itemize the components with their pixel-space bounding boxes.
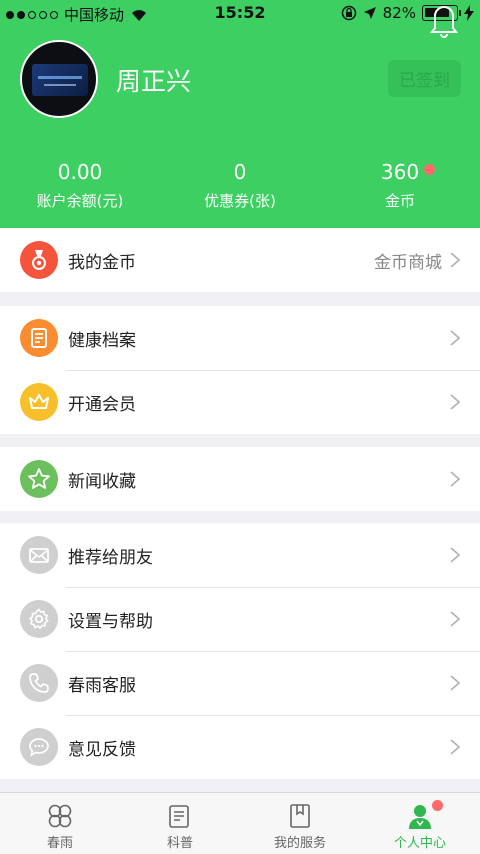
bell-icon[interactable] xyxy=(430,6,458,40)
tab-chunyu[interactable]: 春雨 xyxy=(0,793,120,854)
news-favorites-row[interactable]: 新闻收藏 xyxy=(0,447,480,511)
my-coins-label: 我的金币 xyxy=(68,252,136,273)
settings-help-label: 设置与帮助 xyxy=(68,611,153,632)
tab-science[interactable]: 科普 xyxy=(120,793,240,854)
balance-value: 0.00 xyxy=(57,160,103,184)
envelope-icon xyxy=(20,536,58,574)
person-icon xyxy=(409,805,431,829)
vip-label: 开通会员 xyxy=(68,394,136,415)
crown-icon xyxy=(20,383,58,421)
tab-chunyu-label: 春雨 xyxy=(46,836,73,851)
battery-percent: 82% xyxy=(382,4,416,22)
account-stats: 0.00 账户余额(元) 0 优惠券(张) 360 金币 xyxy=(0,160,480,211)
bottom-tab-bar: 春雨 科普 我的服务 个人中心 xyxy=(0,792,480,854)
chevron-right-icon xyxy=(450,547,460,563)
location-arrow-icon xyxy=(363,7,376,19)
profile-header: 中国移动 15:52 82% 周正兴 已签到 0.00 账户余额(元) 0 优惠… xyxy=(0,0,480,228)
tab-profile[interactable]: 个人中心 xyxy=(360,793,480,854)
news-section: 新闻收藏 xyxy=(0,447,480,511)
customer-service-row[interactable]: 春雨客服 xyxy=(0,651,480,715)
customer-service-label: 春雨客服 xyxy=(68,675,136,696)
profile-tab-badge xyxy=(432,800,443,811)
chevron-right-icon xyxy=(450,252,460,268)
feedback-row[interactable]: 意见反馈 xyxy=(0,715,480,779)
book-icon xyxy=(290,804,310,828)
health-record-label: 健康档案 xyxy=(68,330,136,351)
username: 周正兴 xyxy=(116,67,192,96)
coin-badge xyxy=(424,164,435,175)
settings-help-row[interactable]: 设置与帮助 xyxy=(0,587,480,651)
tab-science-label: 科普 xyxy=(166,836,193,851)
tab-profile-label: 个人中心 xyxy=(393,836,446,851)
tab-my-service-label: 我的服务 xyxy=(273,836,326,851)
coupon-stat[interactable]: 0 优惠券(张) xyxy=(160,160,320,211)
feedback-label: 意见反馈 xyxy=(68,739,136,760)
balance-stat[interactable]: 0.00 账户余额(元) xyxy=(0,160,160,211)
more-section: 推荐给朋友 设置与帮助 春雨客服 意见反馈 xyxy=(0,523,480,779)
signin-button[interactable]: 已签到 xyxy=(388,60,461,97)
chevron-right-icon xyxy=(450,330,460,346)
vip-row[interactable]: 开通会员 xyxy=(0,370,480,434)
health-record-row[interactable]: 健康档案 xyxy=(0,306,480,370)
chevron-right-icon xyxy=(450,739,460,755)
medal-icon xyxy=(20,241,58,279)
document-icon xyxy=(20,319,58,357)
clover-icon xyxy=(48,804,72,828)
rotation-lock-icon xyxy=(341,5,356,21)
coin-value: 360 xyxy=(380,160,420,184)
news-favorites-label: 新闻收藏 xyxy=(68,471,136,492)
scroll-icon xyxy=(169,805,189,828)
chevron-right-icon xyxy=(450,394,460,410)
chat-bubble-icon xyxy=(20,728,58,766)
gear-icon xyxy=(20,600,58,638)
balance-label: 账户余额(元) xyxy=(36,192,124,210)
chevron-right-icon xyxy=(450,675,460,691)
recommend-label: 推荐给朋友 xyxy=(68,547,153,568)
recommend-row[interactable]: 推荐给朋友 xyxy=(0,523,480,587)
charging-bolt-icon xyxy=(464,5,474,21)
coupon-label: 优惠券(张) xyxy=(204,192,276,210)
my-coins-row[interactable]: 我的金币 金币商城 xyxy=(0,228,480,292)
avatar-image xyxy=(32,64,88,96)
coin-stat[interactable]: 360 金币 xyxy=(320,160,480,211)
coins-section: 我的金币 金币商城 xyxy=(0,228,480,292)
health-section: 健康档案 开通会员 xyxy=(0,306,480,434)
status-bar: 中国移动 15:52 82% xyxy=(0,0,480,28)
phone-icon xyxy=(20,664,58,702)
tab-my-service[interactable]: 我的服务 xyxy=(240,793,360,854)
coin-label: 金币 xyxy=(384,192,415,210)
coin-mall-link[interactable]: 金币商城 xyxy=(374,248,442,273)
star-icon xyxy=(20,460,58,498)
coupon-value: 0 xyxy=(233,160,247,184)
avatar[interactable] xyxy=(20,40,98,118)
chevron-right-icon xyxy=(450,611,460,627)
chevron-right-icon xyxy=(450,471,460,487)
